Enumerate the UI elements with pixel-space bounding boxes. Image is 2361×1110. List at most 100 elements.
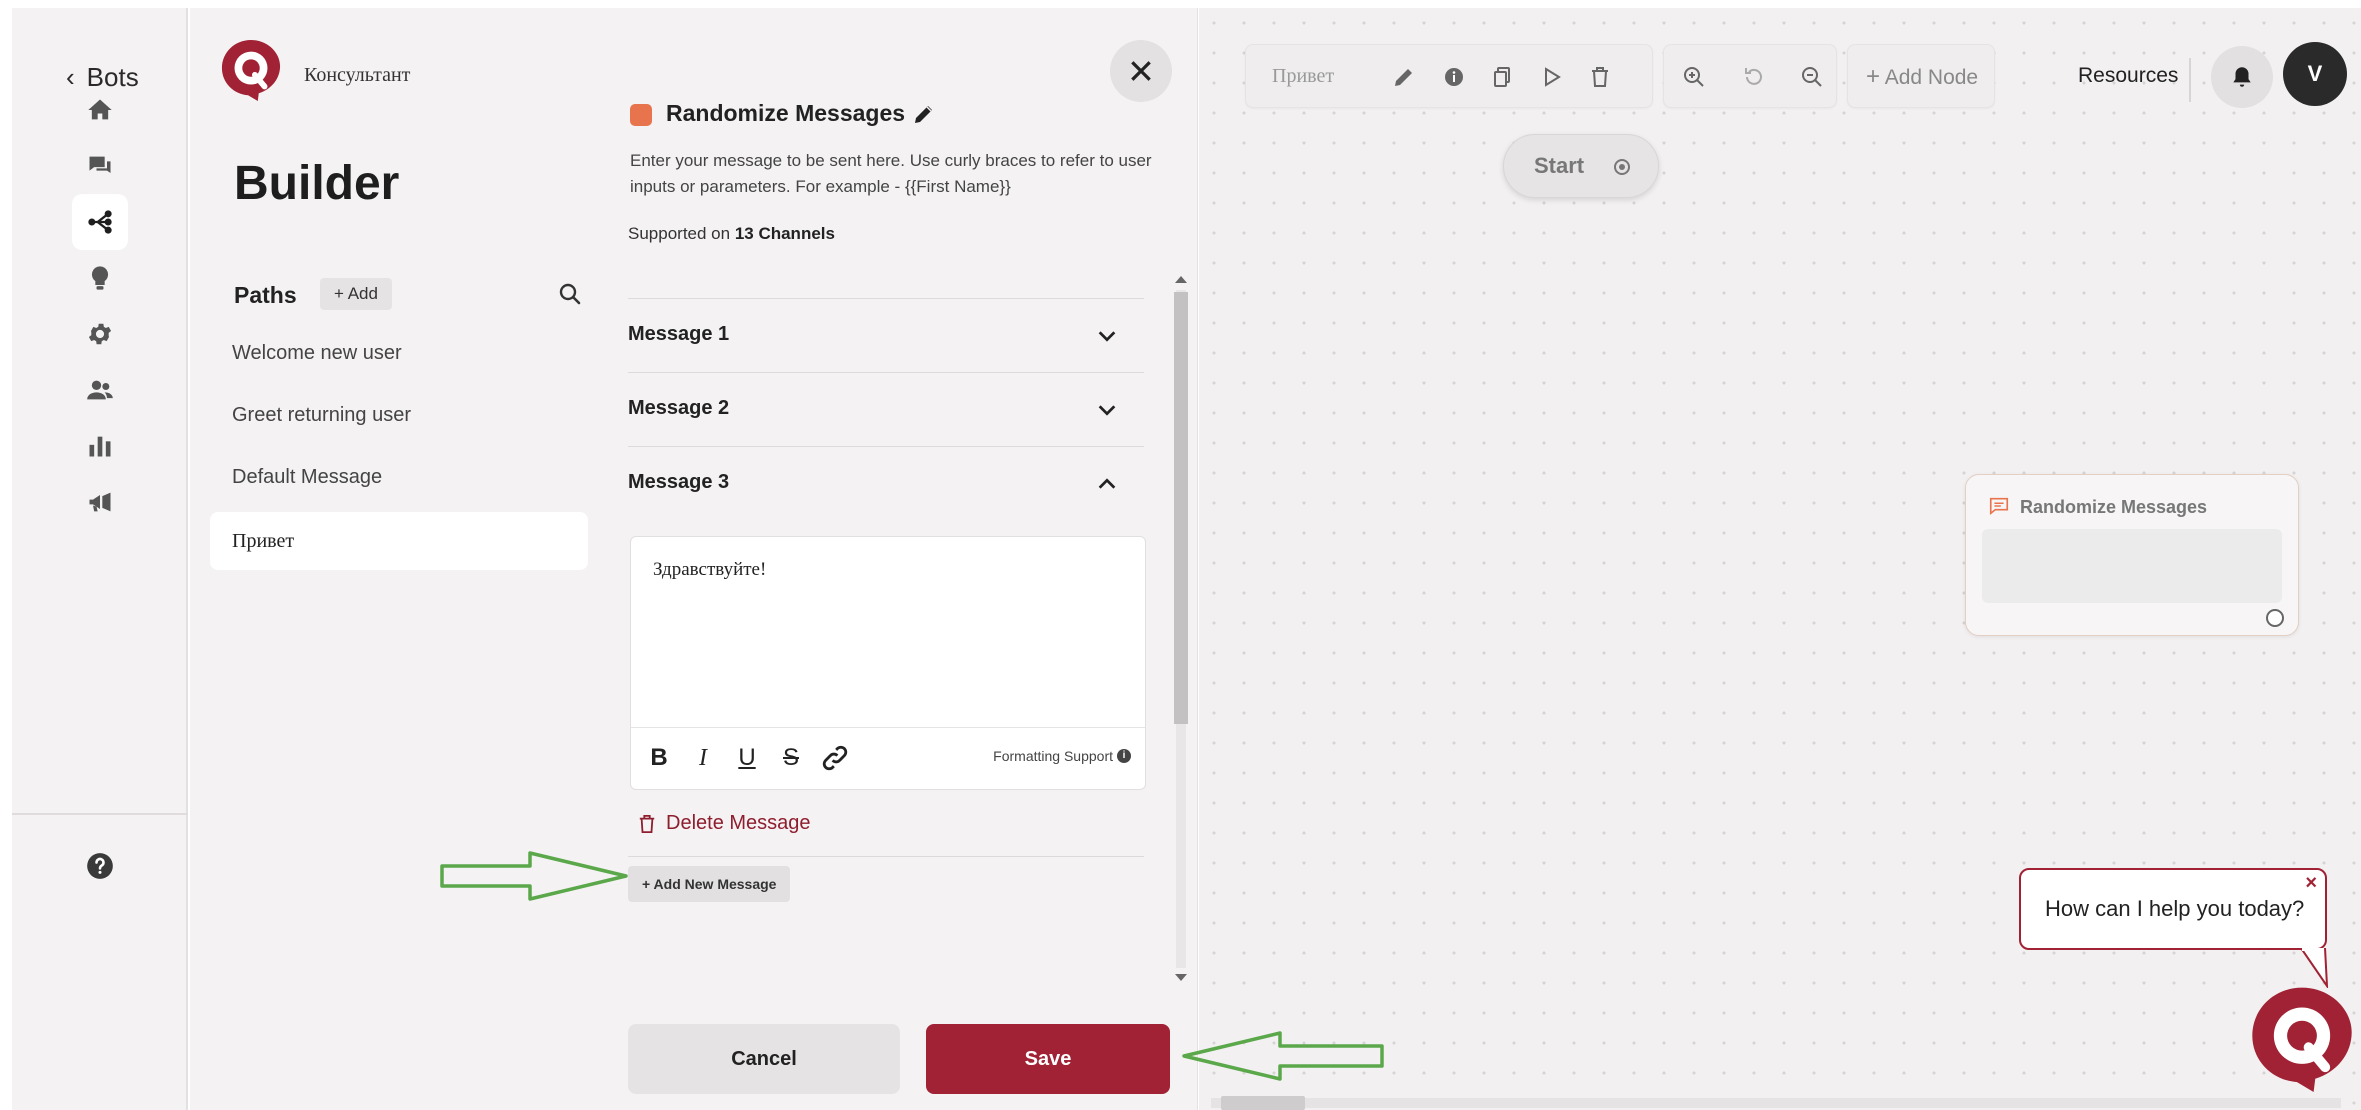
info-icon <box>1445 68 1463 86</box>
nav-settings[interactable] <box>72 306 128 362</box>
paths-panel: Консультант Builder Paths + Add Welcome … <box>190 8 610 1110</box>
add-node-button[interactable]: + Add Node <box>1847 44 1995 108</box>
nav-broadcast[interactable] <box>72 474 128 530</box>
edit-path-button[interactable] <box>1392 65 1416 89</box>
resources-link[interactable]: Resources <box>2078 64 2178 88</box>
reset-zoom-button[interactable] <box>1742 65 1766 89</box>
nav-users[interactable] <box>72 362 128 418</box>
supported-channels: Supported on 13 Channels <box>628 224 835 244</box>
scroll-up-arrow[interactable] <box>1175 276 1187 283</box>
reset-icon <box>1745 68 1762 85</box>
nav-insights[interactable] <box>72 250 128 306</box>
help-bubble-tail <box>2299 948 2329 988</box>
node-title: Randomize Messages <box>666 100 906 126</box>
channels-count[interactable]: 13 Channels <box>735 224 835 243</box>
nav-rail: ‹ Bots <box>12 8 188 1110</box>
message-3-row[interactable]: Message 3 <box>628 446 1144 520</box>
message-3-label: Message 3 <box>628 471 730 493</box>
info-icon: i <box>1117 749 1131 763</box>
scroll-down-arrow[interactable] <box>1175 974 1187 981</box>
cancel-button[interactable]: Cancel <box>628 1024 900 1094</box>
nav-home[interactable] <box>72 82 128 138</box>
underline-button[interactable]: U <box>733 744 761 772</box>
search-icon[interactable] <box>558 282 582 306</box>
pencil-icon[interactable] <box>912 102 936 126</box>
message-text[interactable]: Здравствуйте! <box>653 559 766 581</box>
flow-icon <box>88 210 112 234</box>
lightbulb-icon <box>91 266 109 290</box>
brand-logo <box>221 39 281 101</box>
delete-path-button[interactable] <box>1588 65 1612 89</box>
help-chat-bubble[interactable]: How can I help you today? × <box>2019 868 2327 950</box>
nav-analytics[interactable] <box>72 418 128 474</box>
bold-button[interactable]: B <box>645 744 673 772</box>
path-item-welcome-new-user[interactable]: Welcome new user <box>210 324 588 382</box>
test-path-button[interactable] <box>1540 65 1564 89</box>
message-2-row[interactable]: Message 2 <box>628 372 1144 446</box>
node-description: Enter your message to be sent here. Use … <box>630 151 1152 196</box>
start-node[interactable]: Start <box>1503 134 1659 198</box>
chevron-down-icon <box>1098 405 1116 416</box>
path-item-greet-returning-user[interactable]: Greet returning user <box>210 386 588 444</box>
add-node-label: + Add Node <box>1866 63 1978 91</box>
chat-widget-launcher-icon[interactable] <box>2249 984 2355 1094</box>
users-icon <box>87 380 113 400</box>
zoom-out-button[interactable] <box>1800 65 1824 89</box>
link-icon[interactable] <box>821 744 849 772</box>
separator <box>628 856 1144 857</box>
megaphone-icon <box>89 492 111 512</box>
node-body <box>1982 529 2282 603</box>
toolbar-path-name: Привет <box>1272 65 1335 87</box>
copy-icon <box>1494 67 1510 87</box>
close-editor-button[interactable] <box>1110 40 1172 102</box>
gear-icon <box>88 323 112 345</box>
node-label: Randomize Messages <box>2020 497 2208 517</box>
nav-help[interactable] <box>72 838 128 894</box>
message-3-editor[interactable]: Здравствуйте! B I U S Formatting Support… <box>630 536 1146 790</box>
start-node-port[interactable] <box>1614 159 1630 175</box>
pencil-icon <box>1395 69 1412 86</box>
message-1-row[interactable]: Message 1 <box>628 298 1144 372</box>
h-scroll-track <box>1211 1098 2341 1108</box>
add-path-button[interactable]: + Add <box>320 278 392 310</box>
nav-conversations[interactable] <box>72 138 128 194</box>
randomize-messages-node[interactable]: Randomize Messages <box>1965 474 2299 636</box>
delete-message-button[interactable]: Delete Message <box>638 812 811 835</box>
node-output-port[interactable] <box>2266 609 2284 627</box>
nav-builder[interactable] <box>72 194 128 250</box>
h-scroll-thumb[interactable] <box>1221 1096 1305 1110</box>
start-node-label: Start <box>1534 153 1585 178</box>
duplicate-path-button[interactable] <box>1490 65 1514 89</box>
strikethrough-button[interactable]: S <box>777 744 805 772</box>
path-item-default-message[interactable]: Default Message <box>210 448 588 506</box>
bot-name: Консультант <box>304 64 411 86</box>
close-icon <box>1131 61 1151 81</box>
canvas-horizontal-scrollbar[interactable] <box>1201 1094 2361 1110</box>
italic-button[interactable]: I <box>689 744 717 772</box>
notifications-button[interactable] <box>2211 46 2273 108</box>
paths-heading: Paths <box>234 282 297 308</box>
add-new-message-button[interactable]: + Add New Message <box>628 866 791 902</box>
close-icon[interactable]: × <box>2305 872 2317 895</box>
message-2-label: Message 2 <box>628 397 730 419</box>
save-button[interactable]: Save <box>926 1024 1170 1094</box>
page-title: Builder <box>234 157 400 210</box>
chevron-down-icon <box>1098 331 1116 342</box>
scroll-thumb[interactable] <box>1174 292 1188 724</box>
zoom-in-button[interactable] <box>1682 65 1706 89</box>
zoom-toolbar <box>1663 44 1837 108</box>
path-item-privet[interactable]: Привет <box>210 512 588 570</box>
add-node-text: Add Node <box>1884 66 1979 89</box>
editor-scrollbar[interactable] <box>1172 274 1190 984</box>
path-toolbar: Привет <box>1245 44 1653 108</box>
flow-canvas[interactable]: Привет + Add Node Resources V Start Rand… <box>1199 8 2361 1110</box>
user-avatar[interactable]: V <box>2283 42 2347 106</box>
trash-icon <box>639 814 655 833</box>
supported-prefix: Supported on <box>628 224 735 243</box>
formatting-support[interactable]: Formatting Support i <box>993 748 1131 764</box>
rail-divider <box>12 813 188 815</box>
delete-message-label: Delete Message <box>666 812 811 834</box>
path-info-button[interactable] <box>1442 65 1466 89</box>
chevron-up-icon <box>1098 478 1116 489</box>
annotation-arrow-save <box>1182 1031 1384 1081</box>
